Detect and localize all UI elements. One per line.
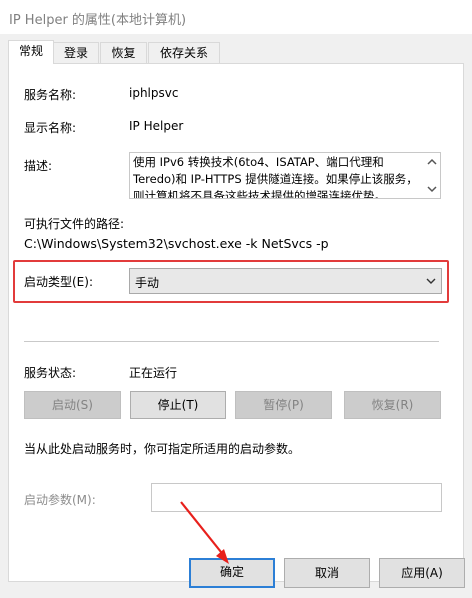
window-title: IP Helper 的属性(本地计算机) [9,13,187,28]
apply-button[interactable]: 应用(A) [379,558,465,588]
display-name-label: 显示名称: [24,121,77,135]
description-box[interactable]: 使用 IPv6 转换技术(6to4、ISATAP、端口代理和 Teredo)和 … [129,152,441,199]
startup-type-label: 启动类型(E): [24,275,93,289]
tab-dependencies[interactable]: 依存关系 [148,42,220,63]
service-status-label: 服务状态: [24,366,77,380]
start-params-hint: 当从此处启动服务时，你可指定所适用的启动参数。 [24,442,301,456]
start-params-label: 启动参数(M): [24,493,96,507]
startup-type-value: 手动 [135,276,160,290]
description-text: 使用 IPv6 转换技术(6to4、ISATAP、端口代理和 Teredo)和 … [133,155,418,198]
startup-type-select[interactable]: 手动 [129,268,442,294]
scroll-up-icon[interactable] [427,157,437,167]
exe-path-label: 可执行文件的路径: [24,217,125,231]
cancel-button[interactable]: 取消 [284,558,370,588]
exe-path-value: C:\Windows\System32\svchost.exe -k NetSv… [24,236,329,251]
ok-button[interactable]: 确定 [189,558,275,588]
tab-logon[interactable]: 登录 [53,42,99,63]
description-scrollbar[interactable] [424,153,440,198]
tab-recovery[interactable]: 恢复 [100,42,147,63]
display-name-value: IP Helper [129,119,184,133]
separator [24,341,439,342]
service-name-label: 服务名称: [24,88,77,102]
scroll-down-icon[interactable] [427,184,437,194]
start-params-input[interactable] [151,483,442,512]
tab-general[interactable]: 常规 [8,40,54,64]
chevron-down-icon [426,278,436,284]
resume-button[interactable]: 恢复(R) [344,391,441,419]
stop-button[interactable]: 停止(T) [130,391,226,419]
pause-button[interactable]: 暂停(P) [235,391,332,419]
title-bar[interactable]: IP Helper 的属性(本地计算机) [0,0,472,34]
service-status-value: 正在运行 [129,366,178,380]
general-tab-panel: 服务名称: iphlpsvc 显示名称: IP Helper 描述: 使用 IP… [8,63,464,582]
dialog-client-area: 常规 登录 恢复 依存关系 服务名称: iphlpsvc 显示名称: IP He… [0,34,472,598]
service-name-value: iphlpsvc [129,86,179,100]
description-label: 描述: [24,159,53,173]
start-button[interactable]: 启动(S) [24,391,121,419]
